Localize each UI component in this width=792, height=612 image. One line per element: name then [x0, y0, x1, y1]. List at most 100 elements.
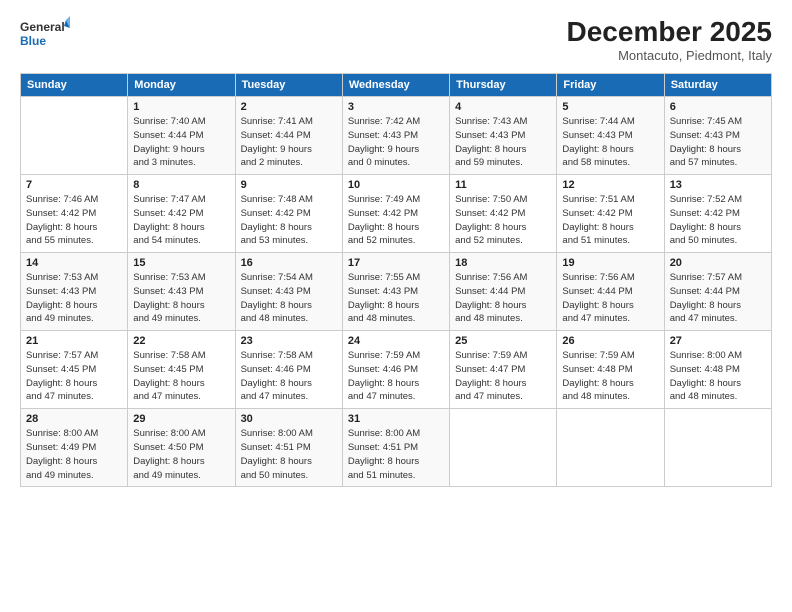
- calendar: SundayMondayTuesdayWednesdayThursdayFrid…: [20, 73, 772, 487]
- day-number: 14: [26, 257, 122, 269]
- weekday-header-thursday: Thursday: [450, 74, 557, 97]
- day-number: 6: [670, 101, 766, 113]
- calendar-cell: 28 Sunrise: 8:00 AMSunset: 4:49 PMDayligh…: [21, 409, 128, 487]
- logo: General Blue: [20, 16, 70, 58]
- day-info: Sunrise: 7:58 AMSunset: 4:46 PMDaylight:…: [241, 349, 337, 404]
- day-number: 2: [241, 101, 337, 113]
- day-number: 22: [133, 335, 229, 347]
- calendar-cell: 3 Sunrise: 7:42 AMSunset: 4:43 PMDaylight…: [342, 97, 449, 175]
- day-info: Sunrise: 8:00 AMSunset: 4:49 PMDaylight:…: [26, 427, 122, 482]
- day-info: Sunrise: 7:58 AMSunset: 4:45 PMDaylight:…: [133, 349, 229, 404]
- calendar-cell: 2Sunrise: 7:41 AMSunset: 4:44 PMDaylight…: [235, 97, 342, 175]
- calendar-cell: 14 Sunrise: 7:53 AMSunset: 4:43 PMDayligh…: [21, 253, 128, 331]
- day-number: 29: [133, 413, 229, 425]
- weekday-header-sunday: Sunday: [21, 74, 128, 97]
- day-number: 15: [133, 257, 229, 269]
- day-number: 10: [348, 179, 444, 191]
- calendar-cell: 22 Sunrise: 7:58 AMSunset: 4:45 PMDayligh…: [128, 331, 235, 409]
- calendar-cell: 27 Sunrise: 8:00 AMSunset: 4:48 PMDayligh…: [664, 331, 771, 409]
- calendar-cell: 11 Sunrise: 7:50 AMSunset: 4:42 PMDayligh…: [450, 175, 557, 253]
- calendar-cell: 4 Sunrise: 7:43 AMSunset: 4:43 PMDaylight…: [450, 97, 557, 175]
- month-title: December 2025: [567, 16, 772, 48]
- calendar-cell: 19 Sunrise: 7:56 AMSunset: 4:44 PMDayligh…: [557, 253, 664, 331]
- day-info: Sunrise: 7:42 AMSunset: 4:43 PMDaylight:…: [348, 115, 444, 170]
- weekday-header-monday: Monday: [128, 74, 235, 97]
- svg-text:Blue: Blue: [20, 34, 46, 48]
- day-number: 30: [241, 413, 337, 425]
- svg-text:General: General: [20, 20, 65, 34]
- day-number: 19: [562, 257, 658, 269]
- calendar-cell: 17 Sunrise: 7:55 AMSunset: 4:43 PMDayligh…: [342, 253, 449, 331]
- day-number: 3: [348, 101, 444, 113]
- day-info: Sunrise: 7:49 AMSunset: 4:42 PMDaylight:…: [348, 193, 444, 248]
- calendar-cell: 18 Sunrise: 7:56 AMSunset: 4:44 PMDayligh…: [450, 253, 557, 331]
- calendar-cell: 25 Sunrise: 7:59 AMSunset: 4:47 PMDayligh…: [450, 331, 557, 409]
- day-info: Sunrise: 7:40 AMSunset: 4:44 PMDaylight:…: [133, 115, 229, 170]
- day-number: 20: [670, 257, 766, 269]
- day-info: Sunrise: 7:48 AMSunset: 4:42 PMDaylight:…: [241, 193, 337, 248]
- location: Montacuto, Piedmont, Italy: [567, 48, 772, 63]
- day-info: Sunrise: 7:43 AMSunset: 4:43 PMDaylight:…: [455, 115, 551, 170]
- day-number: 9: [241, 179, 337, 191]
- day-number: 26: [562, 335, 658, 347]
- calendar-cell: 31 Sunrise: 8:00 AMSunset: 4:51 PMDayligh…: [342, 409, 449, 487]
- day-number: 8: [133, 179, 229, 191]
- day-info: Sunrise: 7:54 AMSunset: 4:43 PMDaylight:…: [241, 271, 337, 326]
- day-info: Sunrise: 8:00 AMSunset: 4:50 PMDaylight:…: [133, 427, 229, 482]
- day-info: Sunrise: 7:59 AMSunset: 4:47 PMDaylight:…: [455, 349, 551, 404]
- day-number: 28: [26, 413, 122, 425]
- day-number: 4: [455, 101, 551, 113]
- weekday-header-wednesday: Wednesday: [342, 74, 449, 97]
- day-info: Sunrise: 7:45 AMSunset: 4:43 PMDaylight:…: [670, 115, 766, 170]
- day-info: Sunrise: 7:46 AMSunset: 4:42 PMDaylight:…: [26, 193, 122, 248]
- calendar-cell: 23 Sunrise: 7:58 AMSunset: 4:46 PMDayligh…: [235, 331, 342, 409]
- day-number: 17: [348, 257, 444, 269]
- logo-svg: General Blue: [20, 16, 70, 58]
- day-number: 18: [455, 257, 551, 269]
- calendar-cell: 8Sunrise: 7:47 AMSunset: 4:42 PMDaylight…: [128, 175, 235, 253]
- calendar-cell: 5 Sunrise: 7:44 AMSunset: 4:43 PMDaylight…: [557, 97, 664, 175]
- day-info: Sunrise: 7:56 AMSunset: 4:44 PMDaylight:…: [455, 271, 551, 326]
- calendar-cell: 10 Sunrise: 7:49 AMSunset: 4:42 PMDayligh…: [342, 175, 449, 253]
- day-info: Sunrise: 7:53 AMSunset: 4:43 PMDaylight:…: [26, 271, 122, 326]
- day-info: Sunrise: 7:50 AMSunset: 4:42 PMDaylight:…: [455, 193, 551, 248]
- calendar-cell: 30Sunrise: 8:00 AMSunset: 4:51 PMDayligh…: [235, 409, 342, 487]
- day-number: 7: [26, 179, 122, 191]
- day-number: 1: [133, 101, 229, 113]
- day-number: 5: [562, 101, 658, 113]
- calendar-cell: 16 Sunrise: 7:54 AMSunset: 4:43 PMDayligh…: [235, 253, 342, 331]
- day-info: Sunrise: 7:51 AMSunset: 4:42 PMDaylight:…: [562, 193, 658, 248]
- day-info: Sunrise: 7:57 AMSunset: 4:45 PMDaylight:…: [26, 349, 122, 404]
- title-block: December 2025 Montacuto, Piedmont, Italy: [567, 16, 772, 63]
- day-info: Sunrise: 7:59 AMSunset: 4:48 PMDaylight:…: [562, 349, 658, 404]
- weekday-header-tuesday: Tuesday: [235, 74, 342, 97]
- day-info: Sunrise: 7:52 AMSunset: 4:42 PMDaylight:…: [670, 193, 766, 248]
- day-number: 31: [348, 413, 444, 425]
- calendar-cell: 21 Sunrise: 7:57 AMSunset: 4:45 PMDayligh…: [21, 331, 128, 409]
- calendar-cell: 6 Sunrise: 7:45 AMSunset: 4:43 PMDaylight…: [664, 97, 771, 175]
- day-number: 23: [241, 335, 337, 347]
- calendar-cell: 7 Sunrise: 7:46 AMSunset: 4:42 PMDaylight…: [21, 175, 128, 253]
- calendar-cell: [664, 409, 771, 487]
- day-number: 27: [670, 335, 766, 347]
- calendar-cell: 15 Sunrise: 7:53 AMSunset: 4:43 PMDayligh…: [128, 253, 235, 331]
- day-number: 25: [455, 335, 551, 347]
- calendar-cell: 24Sunrise: 7:59 AMSunset: 4:46 PMDayligh…: [342, 331, 449, 409]
- calendar-cell: 9 Sunrise: 7:48 AMSunset: 4:42 PMDaylight…: [235, 175, 342, 253]
- weekday-header-friday: Friday: [557, 74, 664, 97]
- day-number: 11: [455, 179, 551, 191]
- day-number: 12: [562, 179, 658, 191]
- day-info: Sunrise: 8:00 AMSunset: 4:51 PMDaylight:…: [348, 427, 444, 482]
- calendar-cell: 1 Sunrise: 7:40 AMSunset: 4:44 PMDaylight…: [128, 97, 235, 175]
- calendar-cell: 26 Sunrise: 7:59 AMSunset: 4:48 PMDayligh…: [557, 331, 664, 409]
- day-number: 16: [241, 257, 337, 269]
- calendar-cell: [557, 409, 664, 487]
- day-info: Sunrise: 7:55 AMSunset: 4:43 PMDaylight:…: [348, 271, 444, 326]
- day-info: Sunrise: 7:57 AMSunset: 4:44 PMDaylight:…: [670, 271, 766, 326]
- day-info: Sunrise: 7:44 AMSunset: 4:43 PMDaylight:…: [562, 115, 658, 170]
- day-number: 21: [26, 335, 122, 347]
- day-info: Sunrise: 7:56 AMSunset: 4:44 PMDaylight:…: [562, 271, 658, 326]
- day-info: Sunrise: 7:53 AMSunset: 4:43 PMDaylight:…: [133, 271, 229, 326]
- day-info: Sunrise: 8:00 AMSunset: 4:48 PMDaylight:…: [670, 349, 766, 404]
- weekday-header-saturday: Saturday: [664, 74, 771, 97]
